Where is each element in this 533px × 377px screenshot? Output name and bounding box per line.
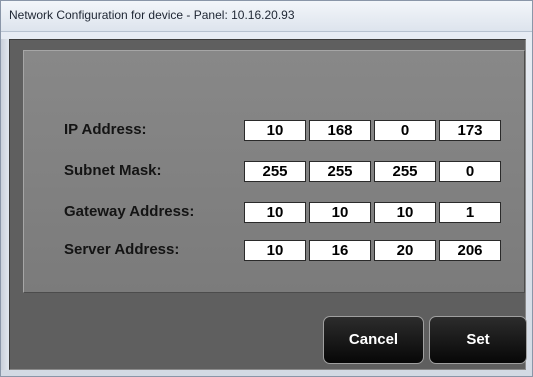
gateway-address-label: Gateway Address: — [64, 203, 195, 220]
server-address-octet-4[interactable]: 206 — [439, 240, 501, 261]
gateway-address-octet-4[interactable]: 1 — [439, 202, 501, 223]
cancel-button[interactable]: Cancel — [323, 316, 424, 364]
gateway-address-octet-3[interactable]: 10 — [374, 202, 436, 223]
server-address-octet-3[interactable]: 20 — [374, 240, 436, 261]
set-button[interactable]: Set — [429, 316, 527, 364]
ip-address-label: IP Address: — [64, 121, 147, 138]
ip-address-octet-1[interactable]: 10 — [244, 120, 306, 141]
title-bar: Network Configuration for device - Panel… — [1, 1, 532, 32]
ip-address-octet-4[interactable]: 173 — [439, 120, 501, 141]
server-address-label: Server Address: — [64, 241, 180, 258]
subnet-mask-label: Subnet Mask: — [64, 162, 162, 179]
network-config-dialog: Network Configuration for device - Panel… — [0, 0, 533, 377]
subnet-mask-octet-1[interactable]: 255 — [244, 161, 306, 182]
subnet-mask-octet-3[interactable]: 255 — [374, 161, 436, 182]
gateway-address-octet-1[interactable]: 10 — [244, 202, 306, 223]
subnet-mask-octet-4[interactable]: 0 — [439, 161, 501, 182]
gateway-address-octet-2[interactable]: 10 — [309, 202, 371, 223]
server-address-octet-2[interactable]: 16 — [309, 240, 371, 261]
server-address-octet-1[interactable]: 10 — [244, 240, 306, 261]
window-frame-edge — [1, 39, 9, 370]
subnet-mask-octet-2[interactable]: 255 — [309, 161, 371, 182]
ip-address-octet-3[interactable]: 0 — [374, 120, 436, 141]
window-title: Network Configuration for device - Panel… — [9, 8, 295, 22]
ip-address-octet-2[interactable]: 168 — [309, 120, 371, 141]
